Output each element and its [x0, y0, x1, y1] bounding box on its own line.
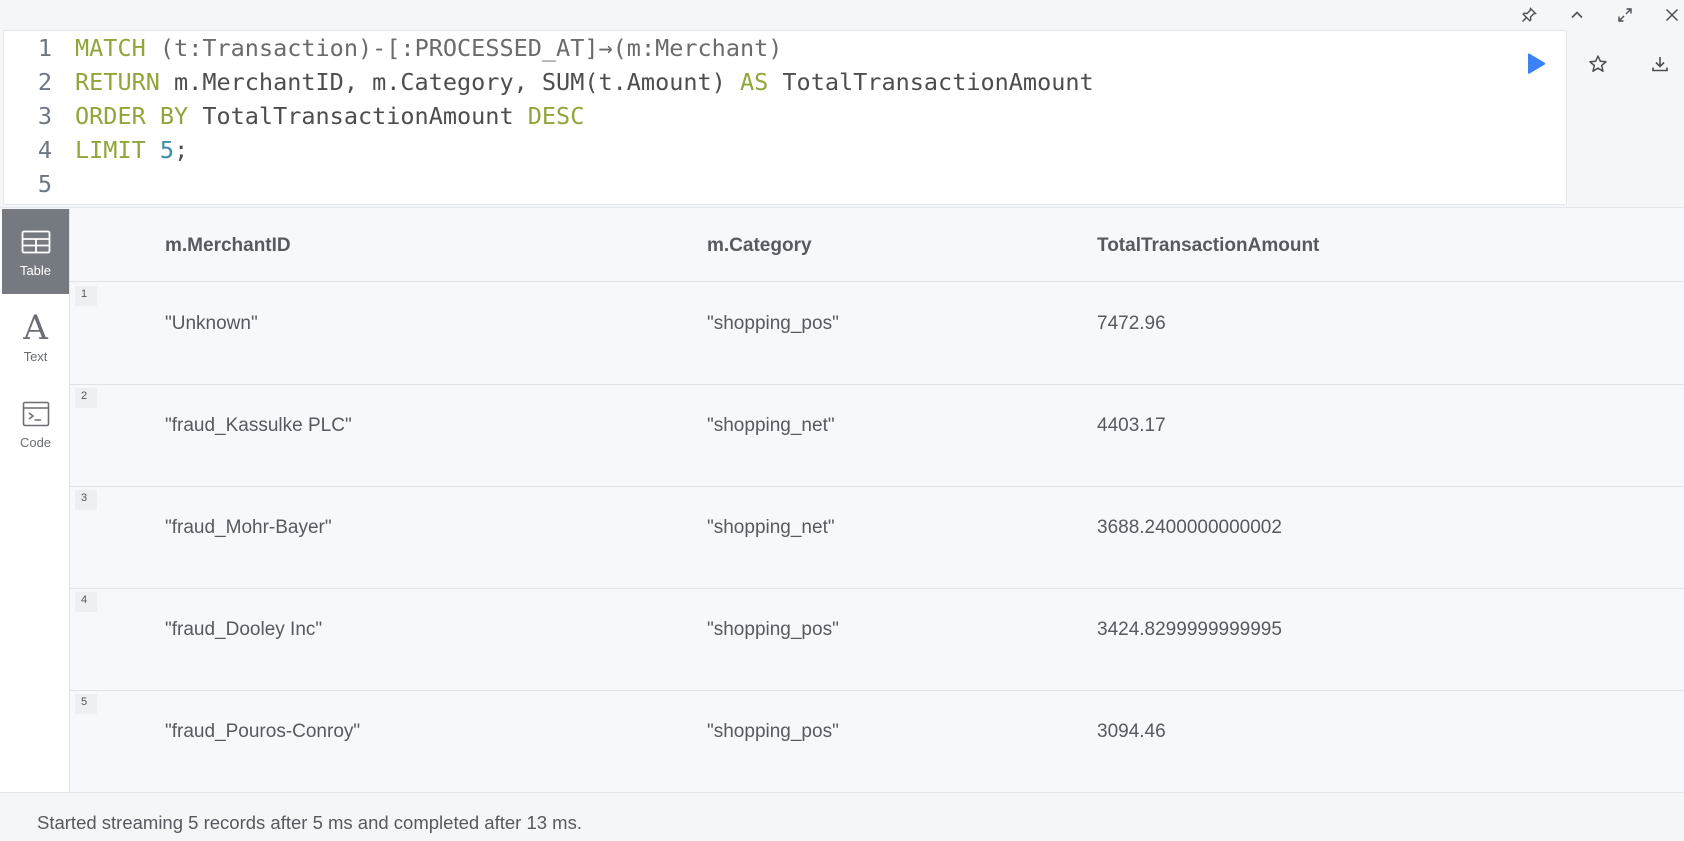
code-icon [22, 397, 50, 431]
table-cell: "Unknown" [165, 313, 258, 334]
column-header-merchant-id: m.MerchantID [165, 235, 291, 256]
table-cell: "shopping_net" [707, 517, 835, 538]
table-cell: "shopping_pos" [707, 313, 839, 334]
tab-text-label: Text [23, 349, 48, 364]
tab-table-label: Table [19, 263, 52, 278]
code-token: DESC [527, 102, 585, 130]
row-index: 2 [75, 388, 97, 408]
table-cell: "shopping_net" [707, 415, 835, 436]
column-header-category: m.Category [707, 235, 812, 256]
line-number: 4 [37, 136, 52, 164]
table-cell: "fraud_Kassulke PLC" [165, 415, 352, 436]
text-icon: A [23, 308, 48, 348]
table-cell: "fraud_Dooley Inc" [165, 619, 323, 640]
code-token: RETURN [75, 68, 160, 96]
frame-toolbar [0, 0, 1684, 30]
tab-text[interactable]: A Text [2, 295, 69, 380]
run-query-button[interactable] [1520, 48, 1552, 80]
row-index: 1 [75, 286, 97, 306]
table-icon [21, 225, 51, 259]
code-token: AS [739, 68, 769, 96]
code-token: 5 [159, 136, 175, 164]
code-token: TotalTransactionAmount [768, 68, 1094, 96]
table-cell: 7472.96 [1097, 313, 1166, 334]
tab-code[interactable]: Code [2, 381, 69, 466]
column-header-total-amount: TotalTransactionAmount [1097, 235, 1320, 256]
table-cell: "fraud_Pouros-Conroy" [165, 721, 361, 742]
code-token: m.MerchantID, m.Category, SUM(t.Amount) [159, 68, 740, 96]
code-token: TotalTransactionAmount [188, 102, 528, 130]
tab-table[interactable]: Table [2, 209, 69, 294]
row-index: 3 [75, 490, 97, 510]
code-line[interactable]: 3 ORDER BY TotalTransactionAmount DESC [4, 99, 585, 133]
chevron-up-icon[interactable] [1565, 3, 1589, 27]
table-row: 5 "fraud_Pouros-Conroy" "shopping_pos" 3094… [70, 691, 1684, 793]
line-number: 5 [37, 170, 52, 198]
status-bar: Started streaming 5 records after 5 ms a… [0, 792, 1684, 841]
code-text: RETURN m.MerchantID, m.Category, SUM(t.A… [75, 68, 1094, 96]
table-row: 1 "Unknown" "shopping_pos" 7472.96 [70, 283, 1684, 385]
play-icon [1528, 53, 1546, 74]
code-line[interactable]: 1 MATCH (t:Transaction)-[:PROCESSED_AT]→(… [4, 31, 783, 65]
line-number: 3 [37, 102, 52, 130]
table-cell: "shopping_pos" [707, 721, 839, 742]
table-cell: "fraud_Mohr-Bayer" [165, 517, 332, 538]
row-index: 4 [75, 592, 97, 612]
code-token: ORDER BY [75, 102, 189, 130]
query-editor[interactable]: 1 MATCH (t:Transaction)-[:PROCESSED_AT]→(… [3, 30, 1567, 205]
table-cell: 3688.2400000000002 [1097, 517, 1282, 538]
table-header: m.MerchantID m.Category TotalTransaction… [70, 209, 1684, 282]
code-text: MATCH (t:Transaction)-[:PROCESSED_AT]→(m… [75, 34, 782, 62]
code-token: (t:Transaction)-[:PROCESSED_AT]→(m:Merch… [159, 34, 783, 62]
table-row: 3 "fraud_Mohr-Bayer" "shopping_net" 3688.24… [70, 487, 1684, 589]
table-row: 4 "fraud_Dooley Inc" "shopping_pos" 3424.82… [70, 589, 1684, 691]
download-button[interactable] [1644, 48, 1676, 80]
tab-code-label: Code [19, 435, 52, 450]
table-cell: "shopping_pos" [707, 619, 839, 640]
table-row: 2 "fraud_Kassulke PLC" "shopping_net" 4403.… [70, 385, 1684, 487]
star-icon [1589, 55, 1607, 72]
line-number: 2 [37, 68, 52, 96]
code-text: LIMIT 5; [75, 136, 188, 164]
code-token: LIMIT [75, 136, 146, 164]
code-token: MATCH [75, 34, 146, 62]
table-cell: 4403.17 [1097, 415, 1166, 436]
table-cell: 3424.8299999999995 [1097, 619, 1282, 640]
row-index: 5 [75, 694, 97, 714]
results-table: m.MerchantID m.Category TotalTransaction… [70, 209, 1684, 793]
favorite-button[interactable] [1582, 48, 1614, 80]
code-text: ORDER BY TotalTransactionAmount DESC [75, 102, 584, 130]
code-line[interactable]: 4 LIMIT 5; [4, 133, 188, 167]
table-cell: 3094.46 [1097, 721, 1166, 742]
pin-icon[interactable] [1517, 3, 1541, 27]
code-line[interactable]: 5 [4, 167, 75, 201]
close-icon[interactable] [1660, 3, 1684, 27]
code-token: ; [174, 136, 189, 164]
line-number: 1 [37, 34, 52, 62]
divider [0, 207, 1684, 208]
view-sidebar: Table A Text Code [0, 209, 70, 792]
code-line[interactable]: 2 RETURN m.MerchantID, m.Category, SUM(t.… [4, 65, 1094, 99]
download-icon [1652, 57, 1668, 72]
status-message: Started streaming 5 records after 5 ms a… [37, 812, 582, 833]
expand-icon[interactable] [1613, 3, 1637, 27]
